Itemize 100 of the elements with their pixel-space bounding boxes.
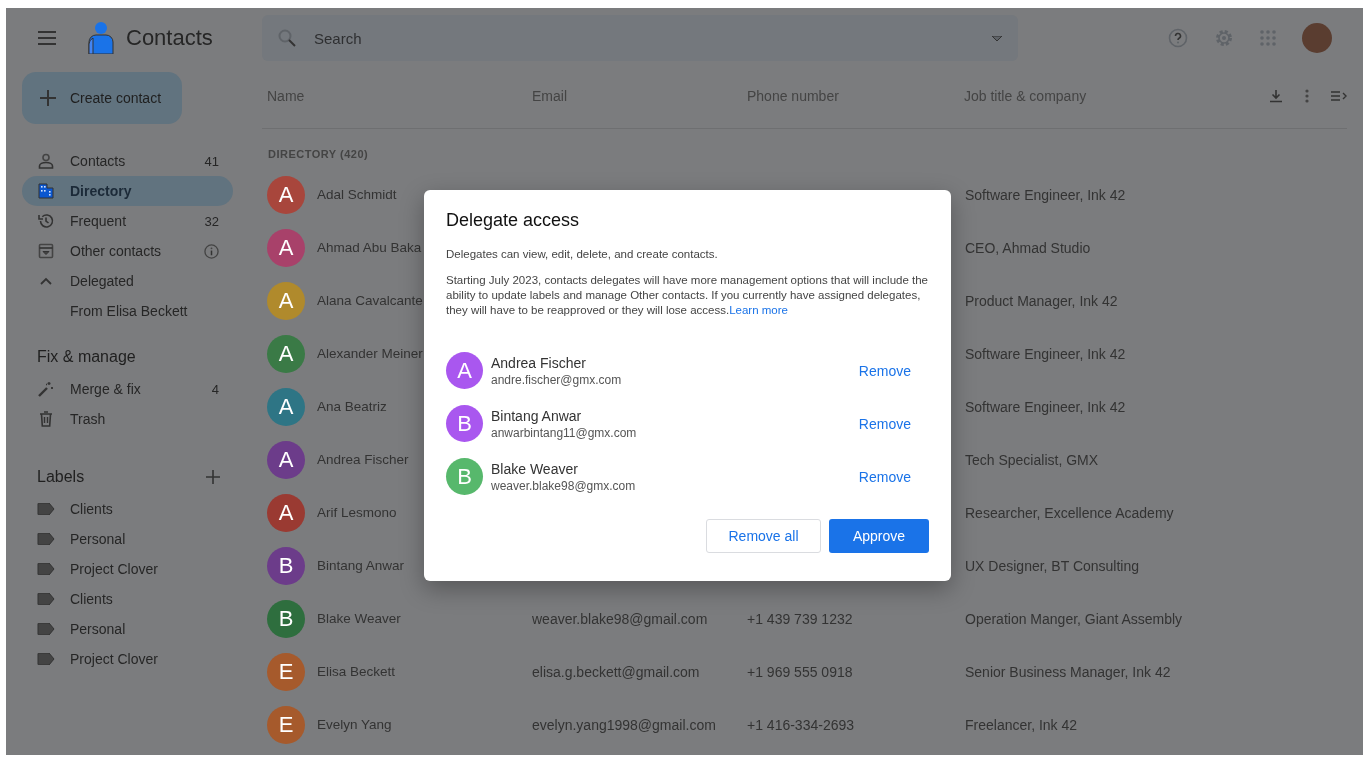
nav-item[interactable]: Delegated: [22, 266, 233, 296]
contact-name[interactable]: Elisa Beckett: [317, 664, 396, 679]
nav-count: 41: [204, 153, 219, 169]
search-bar[interactable]: Search: [262, 15, 1018, 61]
delegate-name: Bintang Anwar: [491, 407, 583, 424]
delegate-email: andre.fischer@gmx.com: [491, 372, 623, 387]
label-tag-icon: [37, 563, 55, 575]
label-item[interactable]: Project Clover: [22, 644, 233, 674]
person-icon: [37, 153, 55, 169]
contact-job: Tech Specialist, GMX: [965, 451, 1099, 468]
dialog-title: Delegate access: [446, 210, 581, 231]
contact-avatar: A: [267, 281, 305, 320]
contact-avatar: B: [267, 599, 305, 638]
contact-job: Software Engineer, Ink 42: [965, 345, 1126, 362]
delegate-name: Andrea Fischer: [491, 354, 587, 371]
search-input[interactable]: Search: [312, 28, 976, 48]
label-item[interactable]: Personal: [22, 524, 233, 554]
contact-job: Senior Business Manager, Ink 42: [965, 663, 1171, 680]
delegate-email: anwarbintang11@gmx.com: [491, 425, 638, 440]
contact-job: CEO, Ahmad Studio: [965, 239, 1091, 256]
label-item[interactable]: Clients: [22, 494, 233, 524]
section-label: DIRECTORY (420): [267, 147, 370, 162]
label-tag-icon: [37, 653, 55, 665]
inbox-download-icon: [37, 243, 55, 259]
magic-wand-icon: [37, 381, 55, 397]
label-tag-icon: [37, 503, 55, 515]
contact-phone: +1 969 555 0918: [747, 663, 853, 680]
contact-job: Researcher, Excellence Academy: [965, 504, 1174, 521]
column-header[interactable]: Email: [532, 88, 747, 104]
label-item[interactable]: Project Clover: [22, 554, 233, 584]
profile-avatar[interactable]: [1302, 23, 1332, 53]
contact-email: elisa.g.beckett@gmail.com: [532, 663, 700, 680]
contact-job: Operation Manger, Giant Assembly: [965, 610, 1183, 627]
nav-sub-item[interactable]: From Elisa Beckett: [22, 296, 233, 326]
nav-count: 32: [204, 213, 219, 229]
dropdown-caret-icon[interactable]: [992, 35, 1002, 41]
remove-button[interactable]: Remove: [858, 411, 911, 436]
section-heading: Fix & manage: [37, 348, 137, 366]
label-tag-icon: [37, 623, 55, 635]
contact-name[interactable]: Adal Schmidt: [317, 187, 397, 202]
download-icon[interactable]: [1269, 89, 1283, 103]
delegate-avatar: B: [446, 458, 483, 495]
contact-name[interactable]: Blake Weaver: [317, 611, 401, 626]
contact-job: Product Manager, Ink 42: [965, 292, 1118, 309]
column-header[interactable]: Name: [262, 88, 532, 104]
nav-item[interactable]: Other contacts: [22, 236, 233, 266]
delegate-avatar: B: [446, 405, 483, 442]
contact-name[interactable]: Ana Beatriz: [317, 399, 387, 414]
remove-all-button[interactable]: Remove all: [706, 519, 821, 553]
contact-name[interactable]: Bintang Anwar: [317, 558, 405, 573]
contact-phone: +1 439 739 1232: [747, 610, 853, 627]
nav-item[interactable]: Merge & fix 4: [22, 374, 233, 404]
label-tag-icon: [37, 593, 55, 605]
history-icon: [37, 213, 55, 229]
learn-more-link[interactable]: Learn more: [729, 304, 788, 316]
column-header[interactable]: Phone number: [747, 88, 964, 104]
label-item[interactable]: Clients: [22, 584, 233, 614]
more-vertical-icon[interactable]: [1305, 89, 1309, 103]
approve-button[interactable]: Approve: [829, 519, 929, 553]
dialog-text: Delegates can view, edit, delete, and create contacts.: [446, 247, 719, 262]
building-icon: [37, 183, 55, 199]
trash-icon: [37, 411, 55, 427]
contact-job: Software Engineer, Ink 42: [965, 398, 1126, 415]
column-header[interactable]: Job title & company: [964, 88, 1224, 104]
column-toggle-icon[interactable]: [1331, 90, 1347, 102]
delegate-email: weaver.blake98@gmx.com: [491, 478, 637, 493]
delegate-avatar: A: [446, 352, 483, 389]
contact-name[interactable]: Arif Lesmono: [317, 505, 397, 520]
contact-avatar: A: [267, 228, 305, 267]
dialog-text: Starting July 2023, contacts delegates will have more management options that will include the ability to update labels and manage Other contacts. If you currently have assigned delegates, they will have to be reapproved or they will lose access.Learn more: [446, 273, 929, 318]
nav-item[interactable]: Contacts 41: [22, 146, 233, 176]
contact-avatar: A: [267, 175, 305, 214]
create-contact-button[interactable]: Create contact: [22, 72, 182, 124]
help-icon[interactable]: [1168, 28, 1188, 48]
nav-item[interactable]: Trash: [22, 404, 233, 434]
contact-name[interactable]: Alexander Meiner: [317, 346, 423, 361]
contact-avatar: A: [267, 493, 305, 532]
contact-phone: +1 416-334-2693: [747, 716, 855, 733]
contact-email: evelyn.yang1998@gmail.com: [532, 716, 716, 733]
app-title: Contacts: [126, 25, 213, 51]
contact-name[interactable]: Andrea Fischer: [317, 452, 409, 467]
contact-email: weaver.blake98@gmail.com: [532, 610, 708, 627]
nav-item[interactable]: Frequent 32: [22, 206, 233, 236]
add-label-plus-icon[interactable]: [206, 470, 220, 484]
info-icon[interactable]: [204, 243, 219, 259]
remove-button[interactable]: Remove: [858, 358, 911, 383]
label-tag-icon: [37, 533, 55, 545]
contact-name[interactable]: Ahmad Abu Baka: [317, 240, 422, 255]
nav-item[interactable]: Directory: [22, 176, 233, 206]
section-heading: Labels: [37, 468, 85, 486]
menu-icon[interactable]: [38, 31, 56, 45]
remove-button[interactable]: Remove: [858, 464, 911, 489]
label-item[interactable]: Personal: [22, 614, 233, 644]
contact-avatar: B: [267, 546, 305, 585]
contact-job: UX Designer, BT Consulting: [965, 557, 1140, 574]
contact-name[interactable]: Evelyn Yang: [317, 717, 392, 732]
delegate-name: Blake Weaver: [491, 460, 579, 477]
contact-avatar: E: [267, 652, 305, 691]
contact-name[interactable]: Alana Cavalcante: [317, 293, 423, 308]
nav-count: 4: [211, 381, 219, 397]
